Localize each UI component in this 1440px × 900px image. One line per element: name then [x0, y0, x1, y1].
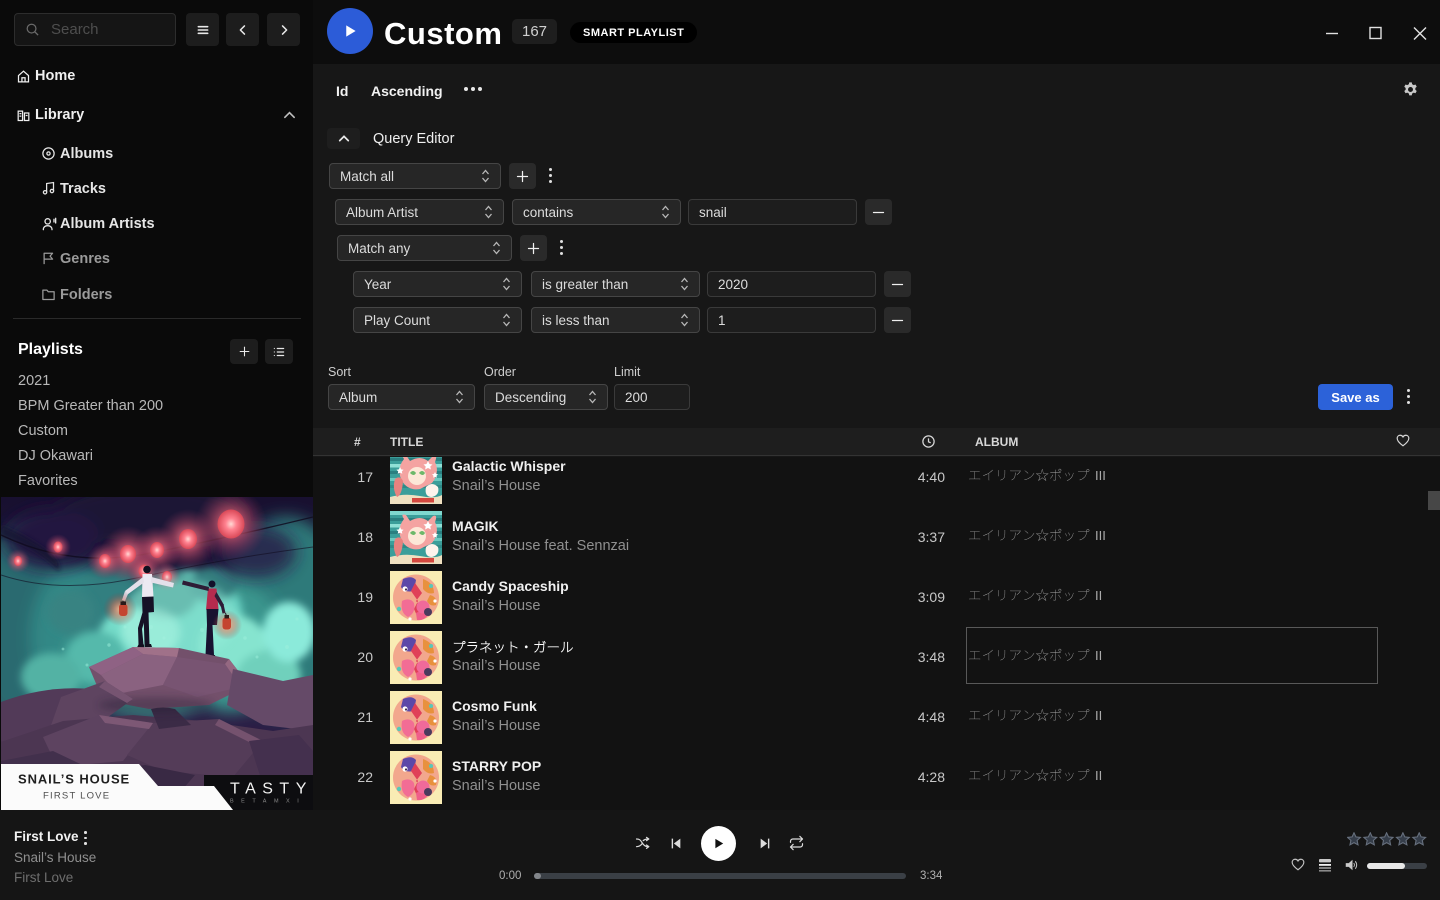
- svg-text:FIRST LOVE: FIRST LOVE: [43, 791, 110, 802]
- svg-text:BETAMXI: BETAMXI: [230, 799, 306, 805]
- svg-text:SNAIL’S HOUSE: SNAIL’S HOUSE: [18, 772, 130, 787]
- svg-text:TASTY: TASTY: [230, 781, 313, 798]
